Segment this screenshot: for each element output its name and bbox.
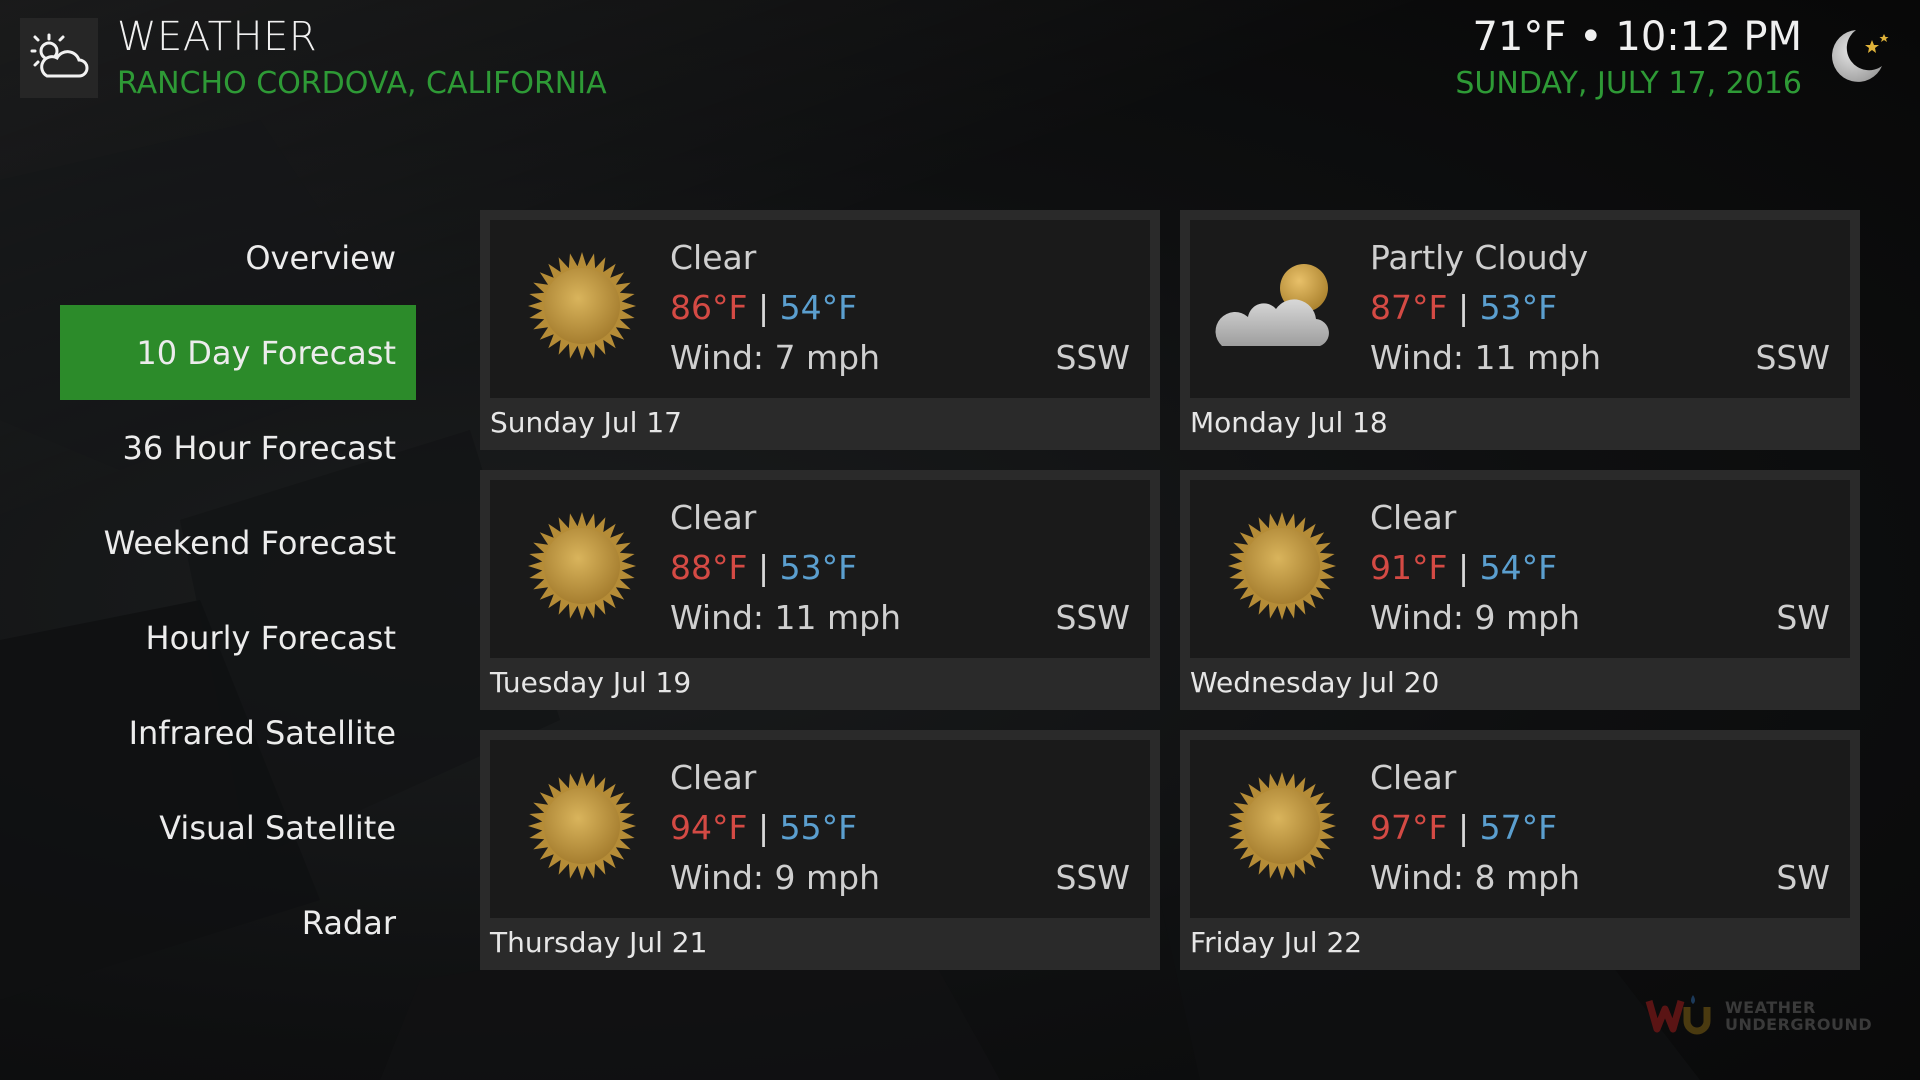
weather-underground-logo: WEATHER UNDERGROUND [1645,993,1875,1035]
sun-icon [1228,772,1336,880]
condition-label: Clear [1370,758,1457,797]
wind-speed: Wind: 11 mph [1370,338,1602,377]
low-temp: 57°F [1479,808,1558,847]
sidebar-item-hourly-forecast[interactable]: Hourly Forecast [60,590,416,685]
partly-cloudy-icon [1215,264,1329,346]
low-temp: 54°F [1479,548,1558,587]
forecast-card[interactable]: Clear 97°F | 57°F Wind: 8 mph SW Friday … [1180,730,1860,970]
wind-speed: Wind: 9 mph [670,858,881,897]
temperature-range: 94°F | 55°F [670,808,857,847]
temp-separator: | [1457,548,1470,587]
wind-speed: Wind: 7 mph [670,338,881,377]
wind-direction: SSW [1055,598,1130,637]
high-temp: 91°F [1370,548,1448,587]
forecast-day: Thursday Jul 21 [490,926,708,959]
sidebar-nav: Overview 10 Day Forecast 36 Hour Forecas… [60,210,416,970]
wind-direction: SSW [1055,858,1130,897]
current-date: SUNDAY, JULY 17, 2016 [1455,66,1802,101]
wind-direction: SSW [1755,338,1830,377]
temperature-range: 91°F | 54°F [1370,548,1557,587]
forecast-card[interactable]: Clear 88°F | 53°F Wind: 11 mph SSW Tuesd… [480,470,1160,710]
forecast-card-body: Clear 91°F | 54°F Wind: 9 mph SW [1190,480,1850,658]
forecast-card-body: Clear 94°F | 55°F Wind: 9 mph SSW [490,740,1150,918]
temperature-range: 97°F | 57°F [1370,808,1557,847]
temp-separator: | [1457,288,1470,327]
condition-label: Clear [1370,498,1457,537]
sun-cloud-icon [30,33,89,78]
forecast-card[interactable]: Clear 86°F | 54°F Wind: 7 mph SSW Sunday… [480,210,1160,450]
low-temp: 54°F [779,288,858,327]
temperature-range: 87°F | 53°F [1370,288,1557,327]
forecast-day: Monday Jul 18 [1190,406,1388,439]
wind-speed: Wind: 8 mph [1370,858,1581,897]
high-temp: 87°F [1370,288,1448,327]
temp-separator: | [757,808,770,847]
sidebar-item-overview[interactable]: Overview [60,210,416,305]
wu-logo-mark [1645,995,1711,1035]
wind-speed: Wind: 9 mph [1370,598,1581,637]
condition-label: Clear [670,238,757,277]
current-temp-time: 71°F • 10:12 PM [1472,14,1802,60]
high-temp: 88°F [670,548,748,587]
temp-separator: | [757,548,770,587]
wind-speed: Wind: 11 mph [670,598,902,637]
forecast-card-body: Clear 86°F | 54°F Wind: 7 mph SSW [490,220,1150,398]
high-temp: 94°F [670,808,748,847]
forecast-card[interactable]: Clear 94°F | 55°F Wind: 9 mph SSW Thursd… [480,730,1160,970]
forecast-card[interactable]: Clear 91°F | 54°F Wind: 9 mph SW Wednesd… [1180,470,1860,710]
temp-separator: | [757,288,770,327]
condition-label: Clear [670,498,757,537]
forecast-card[interactable]: Partly Cloudy 87°F | 53°F Wind: 11 mph S… [1180,210,1860,450]
forecast-card-body: Partly Cloudy 87°F | 53°F Wind: 11 mph S… [1190,220,1850,398]
sidebar-item-radar[interactable]: Radar [60,875,416,970]
forecast-day: Tuesday Jul 19 [490,666,692,699]
high-temp: 97°F [1370,808,1448,847]
sun-icon [1228,512,1336,620]
wu-logo-text: WEATHER UNDERGROUND [1725,998,1873,1034]
low-temp: 55°F [779,808,858,847]
sun-icon [528,772,636,880]
weather-app-icon [20,18,98,98]
wind-direction: SW [1776,858,1830,897]
low-temp: 53°F [1479,288,1558,327]
condition-label: Clear [670,758,757,797]
sidebar-item-visual-satellite[interactable]: Visual Satellite [60,780,416,875]
wind-direction: SSW [1055,338,1130,377]
condition-label: Partly Cloudy [1370,238,1589,277]
sidebar-item-10-day-forecast[interactable]: 10 Day Forecast [60,305,416,400]
temp-separator: | [1457,808,1470,847]
forecast-day: Sunday Jul 17 [490,406,682,439]
moon-stars-icon [1832,30,1889,82]
sidebar-item-weekend-forecast[interactable]: Weekend Forecast [60,495,416,590]
temperature-range: 88°F | 53°F [670,548,857,587]
weather-screen: WEATHER RANCHO CORDOVA, CALIFORNIA 71°F … [0,0,1920,1080]
page-title: WEATHER [117,14,318,60]
sun-icon [528,252,636,360]
sun-icon [528,512,636,620]
low-temp: 53°F [779,548,858,587]
forecast-card-body: Clear 97°F | 57°F Wind: 8 mph SW [1190,740,1850,918]
sidebar-item-infrared-satellite[interactable]: Infrared Satellite [60,685,416,780]
location-label: RANCHO CORDOVA, CALIFORNIA [117,66,607,101]
sidebar-item-36-hour-forecast[interactable]: 36 Hour Forecast [60,400,416,495]
high-temp: 86°F [670,288,748,327]
forecast-day: Wednesday Jul 20 [1190,666,1440,699]
wind-direction: SW [1776,598,1830,637]
forecast-card-body: Clear 88°F | 53°F Wind: 11 mph SSW [490,480,1150,658]
forecast-day: Friday Jul 22 [1190,926,1363,959]
temperature-range: 86°F | 54°F [670,288,857,327]
